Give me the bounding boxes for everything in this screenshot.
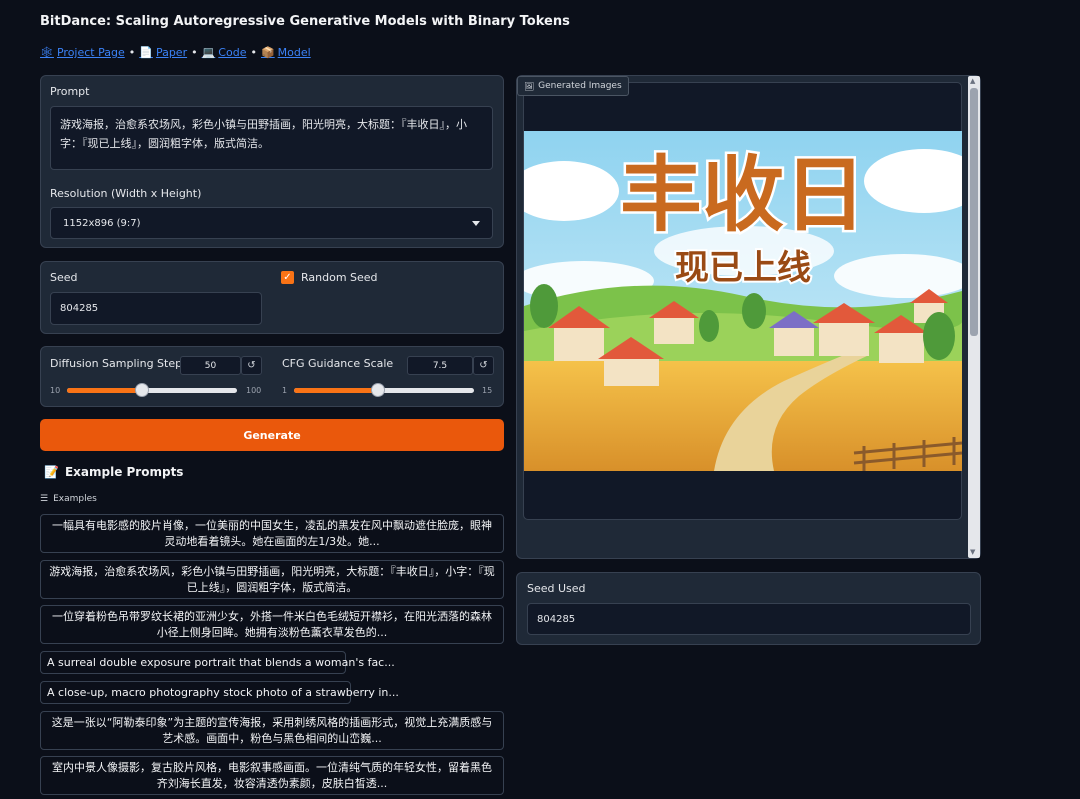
steps-reset-icon[interactable]: ↺ — [241, 356, 262, 375]
steps-max: 100 — [246, 386, 262, 395]
scrollbar-thumb[interactable] — [970, 88, 978, 336]
cfg-number-input[interactable]: 7.5 — [407, 356, 473, 375]
poster-subtitle: 现已上线 — [675, 248, 811, 288]
examples-heading: 📝 Example Prompts — [44, 465, 183, 479]
paper-link-label: Paper — [155, 46, 188, 59]
image-icon: 🖼 — [524, 81, 535, 91]
seed-label: Seed — [50, 271, 78, 284]
cfg-slider[interactable] — [294, 383, 474, 397]
generated-images-label: Generated Images — [538, 81, 622, 91]
package-icon: 📦 — [260, 46, 275, 59]
model-link-label: Model — [277, 46, 311, 59]
cfg-min: 1 — [282, 386, 288, 395]
cfg-max: 15 — [482, 386, 493, 395]
laptop-icon: 💻 — [201, 46, 216, 59]
steps-number-input[interactable]: 50 — [180, 356, 241, 375]
link-separator: • — [128, 46, 136, 59]
random-seed-label: Random Seed — [301, 271, 378, 284]
steps-label: Diffusion Sampling Steps — [50, 357, 188, 370]
example-item[interactable]: 这是一张以“阿勒泰印象”为主题的宣传海报，采用刺绣风格的插画形式，视觉上充满质感… — [40, 711, 504, 750]
model-link[interactable]: 📦 Model — [261, 46, 311, 59]
code-link-label: Code — [218, 46, 247, 59]
list-icon: ☰ — [40, 494, 49, 504]
scroll-up-icon[interactable]: ▲ — [970, 77, 975, 85]
memo-icon: 📝 — [44, 465, 59, 479]
steps-min: 10 — [50, 386, 61, 395]
cfg-label: CFG Guidance Scale — [282, 357, 394, 370]
generated-images-tab: 🖼 Generated Images — [517, 76, 629, 96]
generated-image[interactable]: 丰收日 现已上线 — [524, 131, 962, 471]
link-separator: • — [250, 46, 257, 59]
project-page-link-label: Project Page — [56, 46, 125, 59]
chevron-down-icon — [472, 220, 480, 226]
resolution-dropdown[interactable]: 1152x896 (9:7) — [50, 207, 493, 239]
document-icon: 📄 — [139, 46, 153, 59]
prompt-textarea[interactable]: 游戏海报，治愈系农场风，彩色小镇与田野插画，阳光明亮，大标题：『丰收日』，小字：… — [50, 106, 493, 170]
cfg-slider-handle[interactable] — [370, 383, 385, 397]
example-item[interactable]: 室内中景人像摄影，复古胶片风格，电影叙事感画面。一位清纯气质的年轻女性，留着黑色… — [40, 756, 504, 795]
cfg-slider-fill — [294, 388, 378, 393]
example-item[interactable]: 游戏海报，治愈系农场风，彩色小镇与田野插画，阳光明亮，大标题：『丰收日』，小字：… — [40, 560, 504, 599]
example-item[interactable]: A close-up, macro photography stock phot… — [40, 681, 399, 704]
resolution-value: 1152x896 (9:7) — [63, 217, 141, 229]
examples-heading-text: Example Prompts — [64, 465, 184, 479]
seed-used-label: Seed Used — [527, 582, 586, 595]
example-item[interactable]: A surreal double exposure portrait that … — [40, 651, 395, 674]
example-item[interactable]: 一幅具有电影感的胶片肖像，一位美丽的中国女生，凌乱的黑发在风中飘动遮住脸庞，眼神… — [40, 514, 504, 553]
examples-sublabel-text: Examples — [53, 494, 97, 504]
examples-sublabel: ☰ Examples — [40, 494, 97, 504]
resolution-label: Resolution (Width x Height) — [50, 187, 202, 200]
seed-used-field: 804285 — [527, 603, 971, 635]
spider-web-icon: 🕸 — [40, 46, 54, 59]
prompt-label: Prompt — [50, 85, 90, 98]
poster-title: 丰收日 — [620, 148, 866, 243]
example-item[interactable]: 一位穿着粉色吊带罗纹长裙的亚洲少女，外搭一件米白色毛绒短开襟衫，在阳光洒落的森林… — [40, 605, 504, 644]
steps-slider[interactable] — [67, 383, 237, 397]
steps-slider-fill — [67, 388, 143, 393]
link-separator: • — [191, 46, 198, 59]
random-seed-checkbox[interactable]: ✓ — [281, 271, 294, 284]
page-title: BitDance: Scaling Autoregressive Generat… — [40, 14, 570, 29]
cfg-reset-icon[interactable]: ↺ — [473, 356, 494, 375]
project-page-link[interactable]: 🕸 Project Page — [40, 46, 125, 59]
scroll-down-icon[interactable]: ▼ — [970, 548, 975, 556]
code-link[interactable]: 💻 Code — [202, 46, 247, 59]
generate-button[interactable]: Generate — [40, 419, 504, 451]
paper-link[interactable]: 📄 Paper — [139, 46, 187, 59]
link-bar: 🕸 Project Page • 📄 Paper • 💻 Code • 📦 Model — [40, 46, 311, 59]
seed-input[interactable]: 804285 — [50, 292, 262, 325]
